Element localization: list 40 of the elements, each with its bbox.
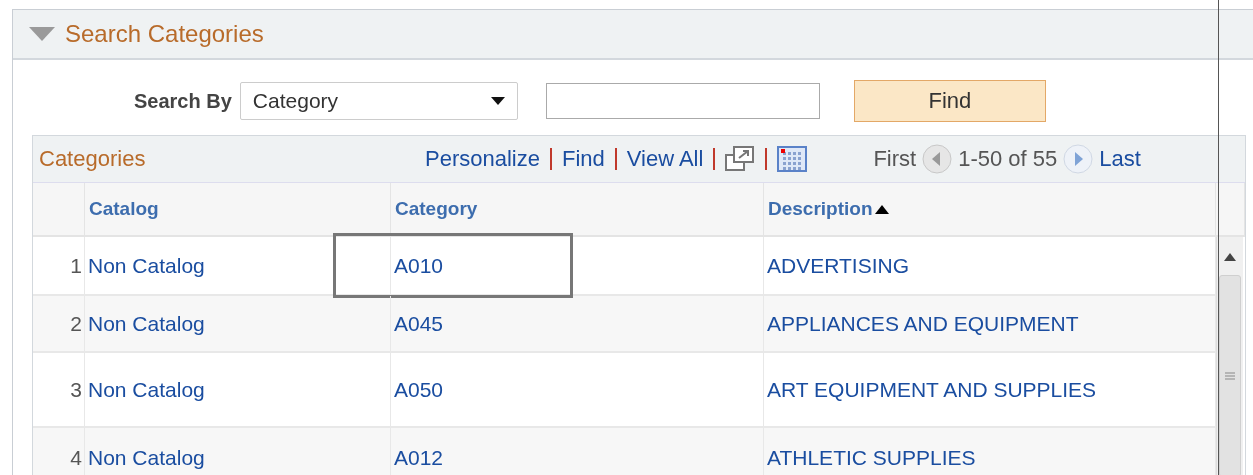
row-number: 2	[70, 311, 82, 336]
column-header[interactable]: Description	[768, 198, 889, 220]
panel-title: Search Categories	[65, 20, 264, 48]
search-by-label: Search By	[134, 89, 232, 113]
category-link[interactable]: A012	[394, 446, 444, 470]
scrollbar[interactable]	[1216, 237, 1243, 475]
grid-link[interactable]: Personalize	[425, 146, 540, 172]
scroll-up-icon[interactable]	[1224, 253, 1236, 261]
category-link[interactable]: A010	[394, 253, 444, 278]
category-link[interactable]: A045	[394, 311, 444, 336]
grid-link[interactable]: View All	[626, 146, 704, 172]
search-input-field[interactable]	[545, 83, 820, 119]
category-link[interactable]: A050	[394, 377, 444, 402]
first-label: First	[873, 146, 917, 172]
catalog-link[interactable]: Non Catalog	[88, 311, 205, 336]
grip-icon	[1225, 371, 1235, 381]
row-number: 1	[70, 253, 82, 278]
description-link[interactable]: ART EQUIPMENT AND SUPPLIES	[767, 377, 1097, 402]
column-header[interactable]: Catalog	[89, 198, 159, 220]
find-button[interactable]: Find	[853, 80, 1046, 122]
description-link[interactable]: ADVERTISING	[767, 253, 909, 278]
search-by-dropdown[interactable]: Category	[239, 82, 518, 120]
row-number: 4	[70, 446, 82, 470]
collapse-triangle-icon[interactable]	[29, 27, 55, 41]
dropdown-caret-icon	[490, 97, 505, 105]
catalog-link[interactable]: Non Catalog	[88, 377, 205, 402]
last-link[interactable]: Last	[1099, 146, 1141, 172]
row-number: 3	[70, 377, 82, 402]
next-icon[interactable]	[1063, 144, 1094, 174]
column-header[interactable]: Category	[395, 198, 478, 220]
catalog-link[interactable]: Non Catalog	[88, 253, 205, 278]
spreadsheet-icon[interactable]	[777, 146, 808, 172]
new-window-icon[interactable]	[725, 146, 756, 172]
page-range: 1-50 of 55	[958, 146, 1058, 172]
grid-title: Categories	[39, 146, 147, 172]
previous-icon[interactable]	[922, 144, 953, 174]
description-link[interactable]: ATHLETIC SUPPLIES	[767, 446, 976, 470]
grid-link[interactable]: Find	[561, 146, 605, 172]
catalog-link[interactable]: Non Catalog	[88, 446, 205, 470]
description-link[interactable]: APPLIANCES AND EQUIPMENT	[767, 311, 1079, 336]
